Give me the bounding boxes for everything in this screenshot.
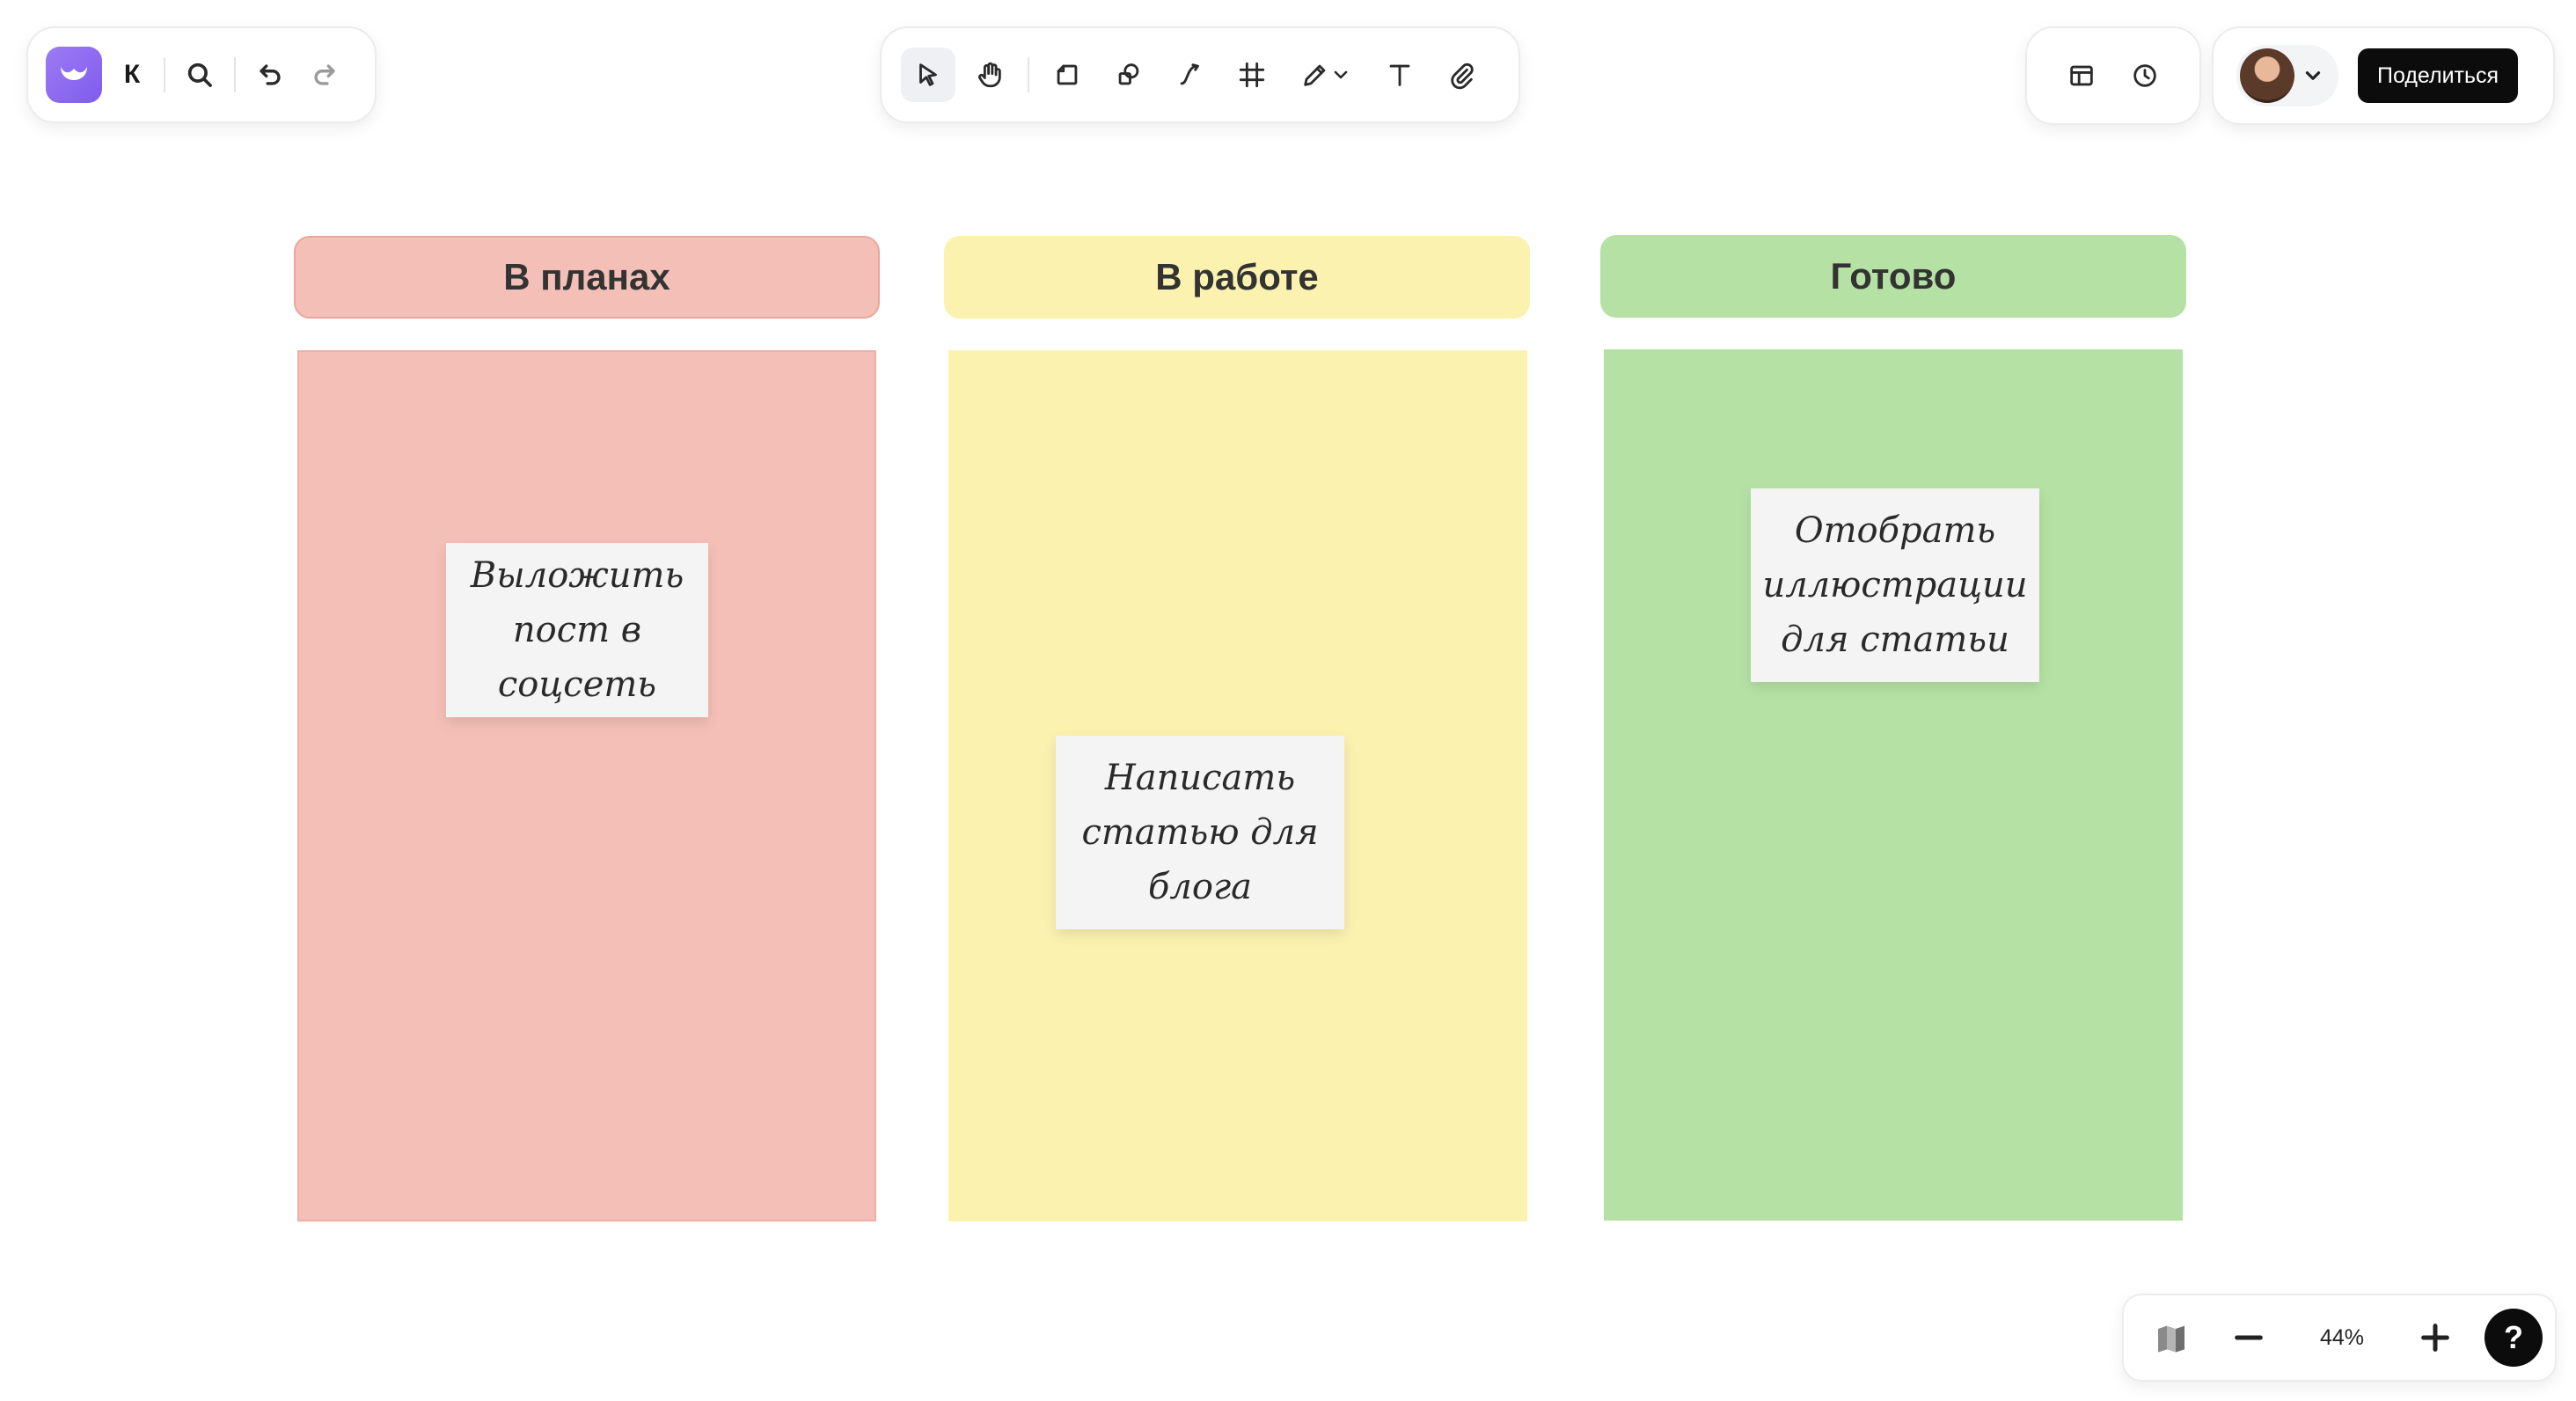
- column-header-done[interactable]: Готово: [1600, 235, 2186, 318]
- sticky-line: пост в: [512, 610, 642, 650]
- sticky-line: Написать: [1104, 758, 1296, 798]
- tool-shapes[interactable]: [1101, 48, 1156, 102]
- sticky-note[interactable]: Выложить пост в соцсеть: [446, 543, 708, 717]
- board-initial[interactable]: К: [113, 60, 151, 90]
- sticky-note-text: Написать статью для блога: [1081, 751, 1318, 914]
- frame-icon: [1239, 62, 1265, 88]
- column-header-plan[interactable]: В планах: [294, 236, 880, 319]
- layout-icon: [2070, 65, 2093, 86]
- connector-icon: [1180, 63, 1199, 85]
- zoom-panel: 44% ?: [2122, 1294, 2557, 1382]
- search-button[interactable]: [172, 48, 227, 102]
- tools-toolbar: [880, 26, 1520, 123]
- clock-icon: [2133, 64, 2156, 87]
- text-icon: [1389, 64, 1410, 86]
- history-button[interactable]: [2118, 48, 2172, 103]
- view-panel: [2025, 26, 2201, 125]
- chevron-down-icon: [2305, 71, 2321, 80]
- plus-icon: [2421, 1324, 2449, 1352]
- avatar: [2240, 48, 2294, 103]
- pen-icon: [1304, 64, 1326, 86]
- tool-select[interactable]: [901, 48, 955, 102]
- zoom-out-button[interactable]: [2221, 1309, 2277, 1366]
- shapes-icon: [1118, 63, 1139, 85]
- sticky-note-text: Отобрать иллюстрации для статьи: [1762, 503, 2027, 667]
- app-logo[interactable]: [46, 47, 102, 103]
- minus-icon: [2235, 1335, 2263, 1340]
- undo-button[interactable]: [243, 48, 297, 102]
- minimap-button[interactable]: [2143, 1309, 2199, 1366]
- sticky-line: для статьи: [1781, 620, 2009, 660]
- user-menu[interactable]: [2236, 45, 2338, 106]
- redo-icon: [314, 64, 335, 85]
- sticky-line: иллюстрации: [1762, 565, 2028, 605]
- sticky-line: Отобрать: [1794, 510, 1996, 551]
- hand-icon: [978, 62, 1001, 88]
- tool-text[interactable]: [1372, 48, 1427, 102]
- sticky-line: блога: [1147, 867, 1253, 907]
- tool-attach[interactable]: [1434, 48, 1489, 102]
- cursor-icon: [919, 63, 937, 86]
- sticky-note[interactable]: Написать статью для блога: [1056, 736, 1344, 929]
- zoom-level[interactable]: 44%: [2298, 1325, 2386, 1351]
- tool-sticker[interactable]: [1040, 48, 1094, 102]
- board-menu-panel: К: [26, 26, 377, 123]
- column-area-plan[interactable]: [297, 350, 876, 1221]
- tool-connector[interactable]: [1163, 48, 1218, 102]
- paperclip-icon: [1451, 62, 1474, 90]
- divider: [234, 57, 236, 92]
- sticky-note[interactable]: Отобрать иллюстрации для статьи: [1751, 488, 2039, 682]
- share-button[interactable]: Поделиться: [2358, 48, 2519, 103]
- search-icon: [187, 62, 212, 87]
- sticky-line: статью для: [1081, 812, 1319, 853]
- redo-button[interactable]: [297, 48, 352, 102]
- undo-icon: [260, 64, 281, 85]
- sticky-line: соцсеть: [497, 664, 657, 705]
- tool-pen[interactable]: [1286, 48, 1365, 102]
- divider: [164, 57, 165, 92]
- map-icon: [2158, 1325, 2184, 1353]
- column-header-work[interactable]: В работе: [944, 236, 1530, 319]
- sticky-note-icon: [1057, 64, 1078, 85]
- divider: [1028, 57, 1029, 92]
- logo-icon: [61, 67, 87, 80]
- tool-frame[interactable]: [1225, 48, 1279, 102]
- help-button[interactable]: ?: [2485, 1309, 2543, 1367]
- tool-hand[interactable]: [962, 48, 1017, 102]
- sticky-line: Выложить: [470, 555, 684, 596]
- chevron-down-icon: [1334, 70, 1348, 79]
- column-area-done[interactable]: [1604, 349, 2183, 1221]
- zoom-in-button[interactable]: [2407, 1309, 2463, 1366]
- layout-button[interactable]: [2054, 48, 2109, 103]
- sticky-note-text: Выложить пост в соцсеть: [471, 548, 684, 712]
- share-panel: Поделиться: [2212, 26, 2555, 125]
